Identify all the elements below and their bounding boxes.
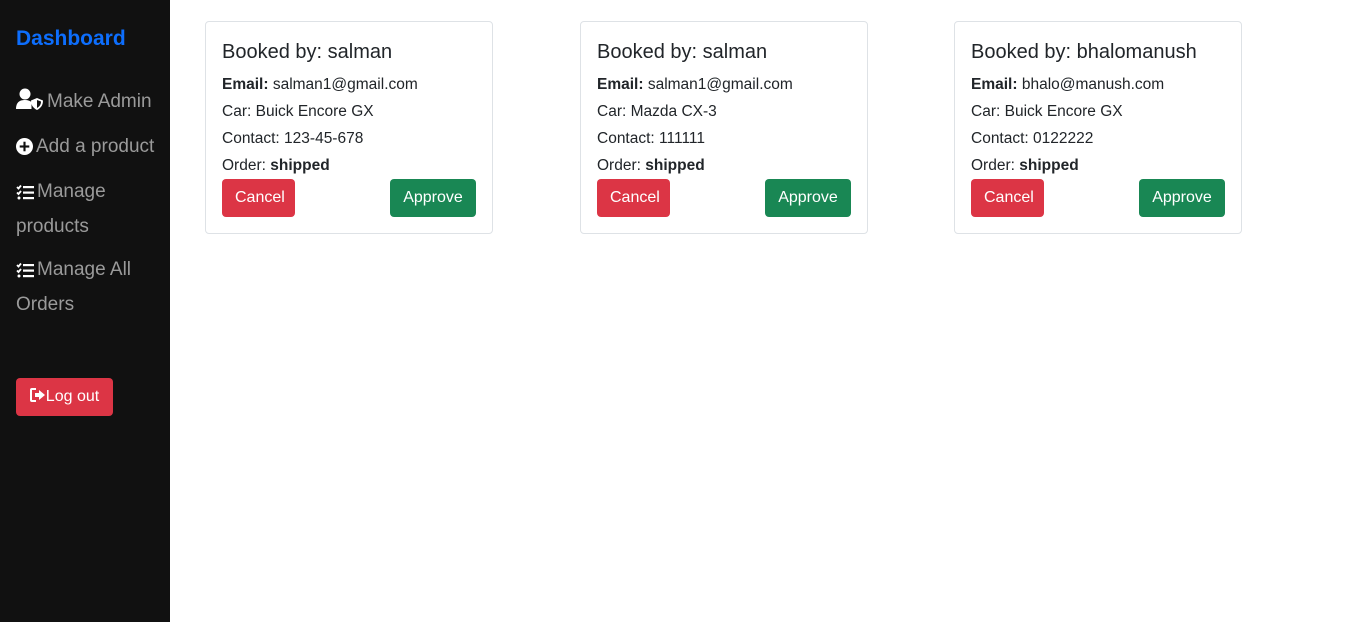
order-label: Order: <box>597 157 641 174</box>
order-email: Email: salman1@gmail.com <box>597 71 851 98</box>
email-value: salman1@gmail.com <box>272 76 418 93</box>
car-label: Car: <box>597 103 627 120</box>
order-card: Booked by: bhalomanush Email: bhalo@manu… <box>954 21 1242 234</box>
order-status: Order: shipped <box>971 152 1225 179</box>
user-shield-icon <box>16 88 44 121</box>
order-contact: Contact: 111111 <box>597 125 851 152</box>
order-label: Order: <box>971 157 1015 174</box>
sign-out-icon <box>29 387 46 407</box>
dashboard-link[interactable]: Dashboard <box>16 27 126 51</box>
sidebar-item-label: Add a product <box>36 136 155 157</box>
order-card: Booked by: salman Email: salman1@gmail.c… <box>580 21 868 234</box>
order-booked-by: Booked by: salman <box>597 41 768 63</box>
plus-circle-icon <box>16 134 33 166</box>
order-car: Car: Mazda CX-3 <box>597 98 851 125</box>
list-check-icon <box>16 257 34 289</box>
order-actions: Cancel Approve <box>597 179 851 217</box>
email-value: bhalo@manush.com <box>1021 76 1165 93</box>
cancel-button[interactable]: Cancel <box>222 179 295 217</box>
order-car: Car: Buick Encore GX <box>971 98 1225 125</box>
order-actions: Cancel Approve <box>222 179 476 217</box>
approve-button[interactable]: Approve <box>1139 179 1225 217</box>
sidebar-item-add-product[interactable]: Add a product <box>16 131 166 166</box>
status-value: shipped <box>1019 157 1079 174</box>
contact-label: Contact: <box>971 130 1029 147</box>
sidebar-item-manage-all-orders[interactable]: Manage All Orders <box>16 254 166 321</box>
order-status: Order: shipped <box>222 152 476 179</box>
sidebar-item-label: Make Admin <box>47 91 152 112</box>
car-label: Car: <box>971 103 1001 120</box>
contact-label: Contact: <box>597 130 655 147</box>
order-card: Booked by: salman Email: salman1@gmail.c… <box>205 21 493 234</box>
email-label: Email: <box>222 76 269 93</box>
contact-value: 0122222 <box>1033 130 1094 147</box>
order-booked-by: Booked by: salman <box>222 41 393 63</box>
car-value: Buick Encore GX <box>1004 103 1123 120</box>
sidebar-item-make-admin[interactable]: Make Admin <box>16 86 166 121</box>
logout-label: Log out <box>45 388 100 405</box>
order-contact: Contact: 0122222 <box>971 125 1225 152</box>
sidebar: Dashboard Make Admin Add a product Manag… <box>0 0 170 622</box>
order-actions: Cancel Approve <box>971 179 1225 217</box>
car-label: Car: <box>222 103 252 120</box>
cancel-button[interactable]: Cancel <box>971 179 1044 217</box>
order-email: Email: bhalo@manush.com <box>971 71 1225 98</box>
order-contact: Contact: 123-45-678 <box>222 125 476 152</box>
list-check-icon <box>16 179 34 211</box>
contact-label: Contact: <box>222 130 280 147</box>
order-email: Email: salman1@gmail.com <box>222 71 476 98</box>
car-value: Mazda CX-3 <box>630 103 717 120</box>
car-value: Buick Encore GX <box>255 103 374 120</box>
sidebar-item-manage-products[interactable]: Manage products <box>16 176 166 243</box>
status-value: shipped <box>645 157 705 174</box>
order-car: Car: Buick Encore GX <box>222 98 476 125</box>
cancel-button[interactable]: Cancel <box>597 179 670 217</box>
order-booked-by: Booked by: bhalomanush <box>971 41 1197 63</box>
logout-button[interactable]: Log out <box>16 378 113 416</box>
approve-button[interactable]: Approve <box>765 179 851 217</box>
email-value: salman1@gmail.com <box>647 76 793 93</box>
approve-button[interactable]: Approve <box>390 179 476 217</box>
order-label: Order: <box>222 157 266 174</box>
contact-value: 111111 <box>659 130 706 147</box>
email-label: Email: <box>971 76 1018 93</box>
order-status: Order: shipped <box>597 152 851 179</box>
contact-value: 123-45-678 <box>284 130 364 147</box>
email-label: Email: <box>597 76 644 93</box>
status-value: shipped <box>270 157 330 174</box>
